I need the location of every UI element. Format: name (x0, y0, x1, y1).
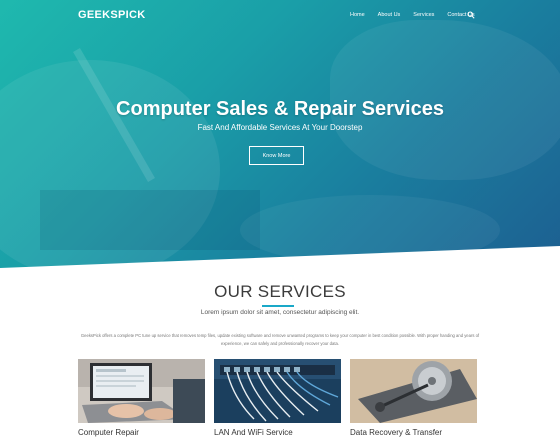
service-card-data-recovery[interactable]: Data Recovery & Transfer (350, 359, 477, 437)
service-card-computer-repair[interactable]: Computer Repair (78, 359, 205, 437)
hero-diagonal-edge (0, 246, 560, 268)
title-underline (262, 305, 294, 307)
search-icon[interactable] (467, 11, 475, 19)
network-cables-image (214, 359, 341, 423)
services-description: GeeksPick offers a complete PC tune up s… (80, 333, 480, 346)
service-card-lan-wifi[interactable]: LAN And WiFi Service (214, 359, 341, 437)
hero-title: Computer Sales & Repair Services (116, 98, 444, 120)
brand-logo[interactable]: GEEKSPICK (78, 9, 146, 21)
laptop-typing-image (78, 359, 205, 423)
hard-drive-image (350, 359, 477, 423)
hero-bg-shape (40, 190, 260, 250)
hero-subtitle: Fast And Affordable Services At Your Doo… (197, 123, 363, 132)
know-more-button[interactable]: Know More (249, 146, 304, 165)
services-title: OUR SERVICES (214, 282, 346, 301)
hero-banner: GEEKSPICK Home About Us Services Contact… (0, 0, 560, 268)
nav-item-home[interactable]: Home (350, 12, 365, 18)
nav-item-about[interactable]: About Us (378, 12, 401, 18)
nav-item-services[interactable]: Services (413, 12, 434, 18)
services-subtitle: Lorem ipsum dolor sit amet, consectetur … (200, 309, 360, 316)
main-nav: Home About Us Services Contact Us (350, 11, 488, 19)
